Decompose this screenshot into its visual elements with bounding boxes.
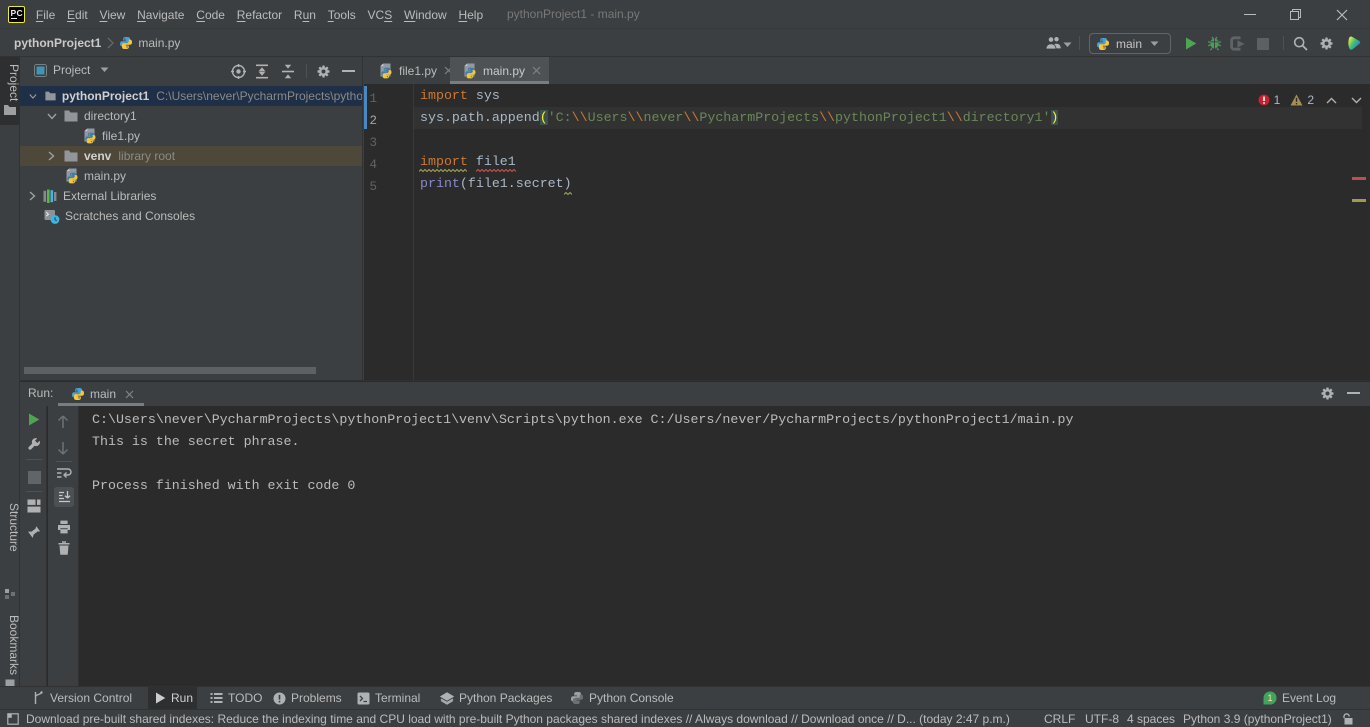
svg-text:1: 1 (1267, 693, 1272, 703)
